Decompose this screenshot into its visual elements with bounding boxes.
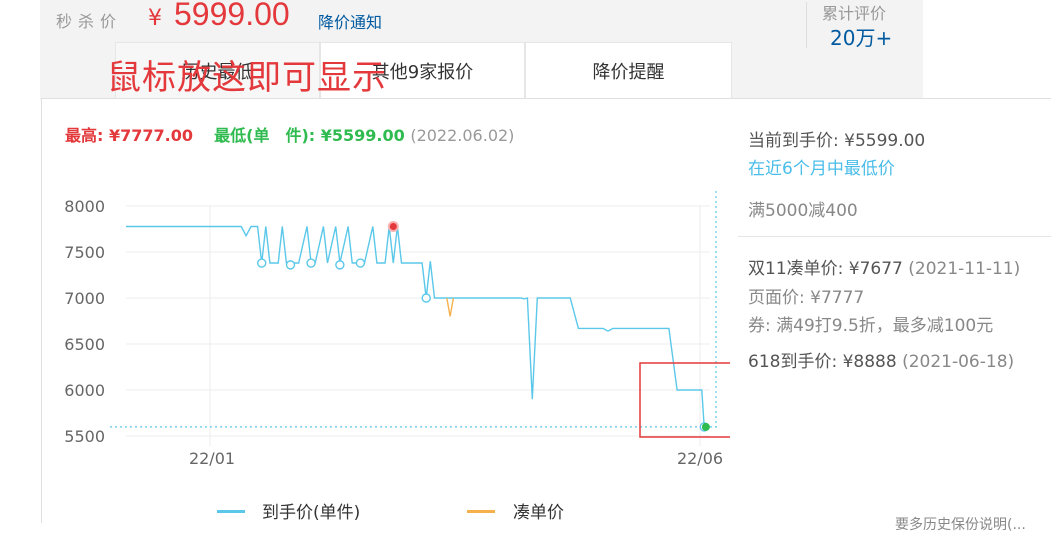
review-label: 累计评价 xyxy=(822,4,887,23)
review-count-link[interactable]: 20万+ xyxy=(830,22,892,51)
price-point-marker xyxy=(285,260,296,270)
price-point-marker xyxy=(421,293,431,303)
y-tick-label: 6500 xyxy=(64,335,105,354)
price-point-marker xyxy=(257,258,267,268)
legend-series2[interactable]: 凑单价 xyxy=(513,498,564,523)
y-tick-label: 6000 xyxy=(64,381,105,400)
legend-swatch-series2 xyxy=(467,510,495,513)
hover-hint-overlay: 鼠标放这即可显示 xyxy=(107,58,387,98)
price-point-marker xyxy=(335,260,345,270)
highest-marker xyxy=(389,223,397,231)
y-tick-label: 7500 xyxy=(64,243,105,262)
page-price: 页面价: ¥7777 xyxy=(748,288,865,308)
currency-symbol: ¥ xyxy=(148,6,162,31)
price-history-chart: 8000 7500 7000 6500 6000 5500 22/01 22/06 xyxy=(64,190,730,468)
y-tick-label: 7000 xyxy=(64,289,105,308)
lowest-marker xyxy=(701,422,710,431)
promo-text: 满5000减400 xyxy=(748,201,858,221)
seckill-label: 秒杀价 xyxy=(56,12,123,31)
price-drop-notice-link[interactable]: 降价通知 xyxy=(318,9,382,33)
double11-price: 双11凑单价: ¥7677 (2021-11-11) xyxy=(748,254,1020,279)
clipped-footnote: 要多历史保份说明(... xyxy=(895,517,1026,533)
x-tick-label: 22/06 xyxy=(677,449,723,468)
seckill-price: 5999.00 xyxy=(174,0,290,32)
double11-price-label: 双11凑单价: ¥7677 xyxy=(748,259,903,279)
tab-price-alert[interactable]: 降价提醒 xyxy=(525,42,732,100)
current-price: 当前到手价: ¥5599.00 xyxy=(748,131,926,151)
x-tick-label: 22/01 xyxy=(189,449,235,468)
lowest-note: 在近6个月中最低价 xyxy=(748,159,895,179)
d618-date: (2021-06-18) xyxy=(902,352,1015,372)
legend-series1[interactable]: 到手价(单件) xyxy=(262,498,360,523)
coupon-text: 券: 满49打9.5折，最多减100元 xyxy=(748,316,994,336)
highest-price: 最高: ¥7777.00 xyxy=(65,126,193,145)
lowest-price: 最低(单 件): ¥5599.00 xyxy=(214,126,405,145)
divider xyxy=(738,236,1051,237)
d618-price-label: 618到手价: ¥8888 xyxy=(748,352,897,372)
y-tick-label: 5500 xyxy=(64,427,105,446)
price-point-marker xyxy=(306,258,316,268)
double11-date: (2021-11-11) xyxy=(908,259,1021,279)
y-tick-label: 8000 xyxy=(64,197,105,216)
legend-swatch-series1 xyxy=(217,510,245,513)
series-line-1 xyxy=(126,225,710,428)
price-point-marker xyxy=(355,258,366,268)
d618-price: 618到手价: ¥8888 (2021-06-18) xyxy=(748,347,1014,372)
divider xyxy=(806,2,807,48)
high-low-summary: 最高: ¥7777.00 最低(单 件): ¥5599.00 (2022.06.… xyxy=(65,122,514,146)
lowest-price-date: (2022.06.02) xyxy=(410,126,515,145)
series-line-2 xyxy=(446,297,455,317)
highlight-annotation-box xyxy=(639,362,730,438)
